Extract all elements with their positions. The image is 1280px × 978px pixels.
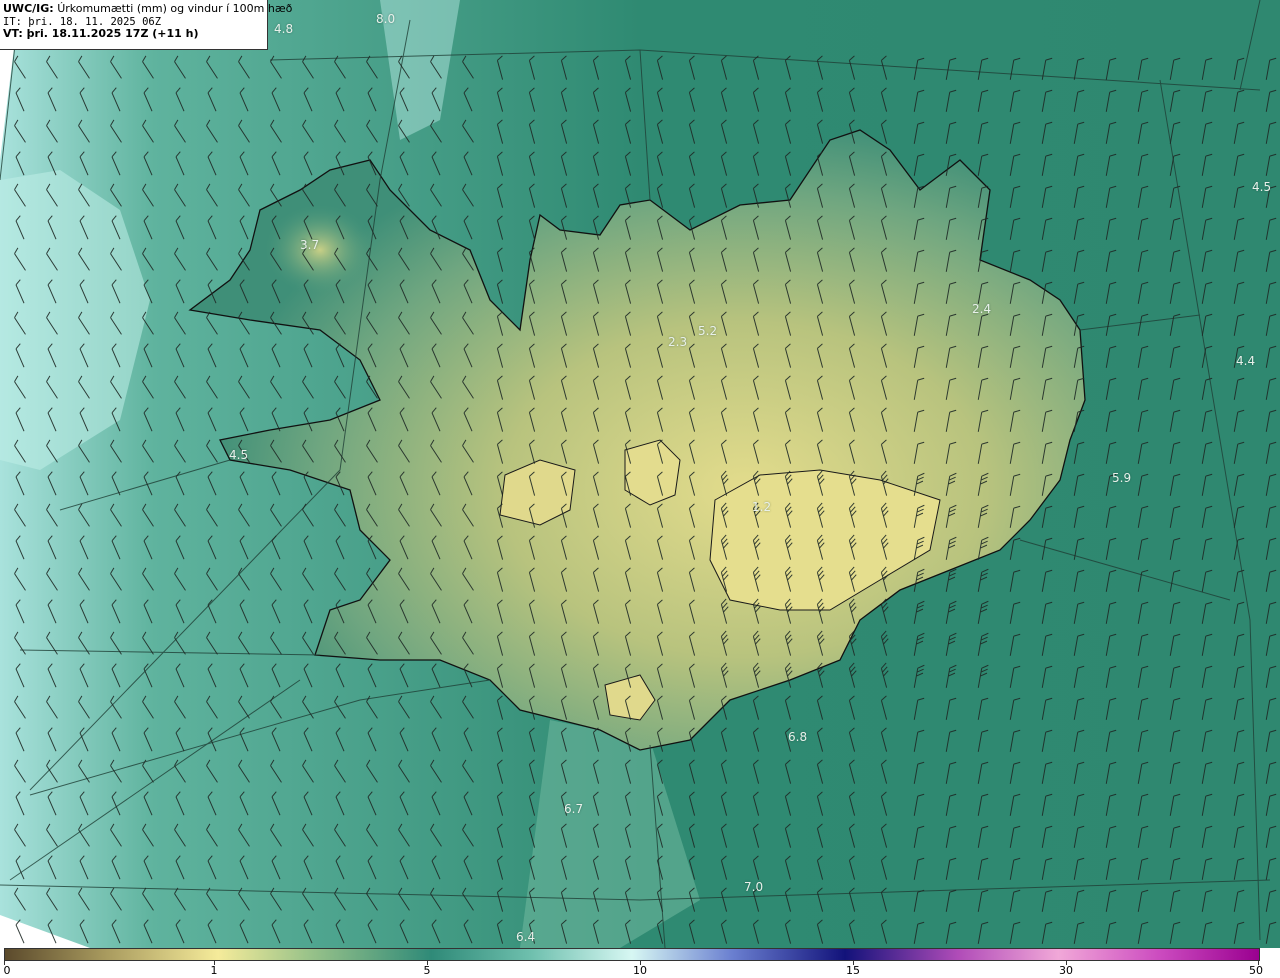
colorbar-tick-label: 0 — [3, 964, 11, 977]
colorbar-tick-label: 30 — [1059, 964, 1073, 977]
value-label: 5.9 — [1112, 471, 1132, 485]
value-label: 7.0 — [744, 880, 764, 894]
value-label: 2.4 — [972, 302, 992, 316]
value-label: 6.4 — [516, 930, 536, 944]
header-title-line: UWC/IG: Úrkomumætti (mm) og vindur í 100… — [3, 2, 292, 16]
value-label: 4.5 — [1252, 180, 1272, 194]
colorbar-tick-label: 15 — [846, 964, 860, 977]
value-label: 3.7 — [300, 238, 320, 252]
value-label: 4.5 — [229, 448, 249, 462]
value-label: 4.8 — [274, 22, 294, 36]
valid-time: VT: þri. 18.11.2025 17Z (+11 h) — [3, 27, 199, 40]
westfjords-highland — [265, 205, 375, 295]
map-canvas — [0, 0, 1280, 948]
colorbar-tick-label: 50 — [1249, 964, 1263, 977]
value-label: 6.8 — [788, 730, 808, 744]
value-label: 6.7 — [564, 802, 584, 816]
colorbar-tick-label: 1 — [210, 964, 218, 977]
value-label: 2.3 — [668, 335, 688, 349]
map-title: Úrkomumætti (mm) og vindur í 100m hæð — [57, 2, 293, 15]
value-label: 5.2 — [698, 324, 718, 338]
value-label: 8.0 — [376, 12, 396, 26]
value-label: 1.2 — [752, 500, 772, 514]
colorbar-tick-label: 10 — [633, 964, 647, 977]
value-label: 4.4 — [1236, 354, 1256, 368]
map-header: UWC/IG: Úrkomumætti (mm) og vindur í 100… — [0, 0, 292, 50]
precipitation-colorbar: 0 1 5 10 15 30 50 — [0, 948, 1280, 978]
weather-map[interactable]: UWC/IG: Úrkomumætti (mm) og vindur í 100… — [0, 0, 1280, 948]
colorbar-strip — [4, 948, 1260, 961]
model-name: UWC/IG: — [3, 2, 54, 15]
colorbar-tick-label: 5 — [423, 964, 431, 977]
